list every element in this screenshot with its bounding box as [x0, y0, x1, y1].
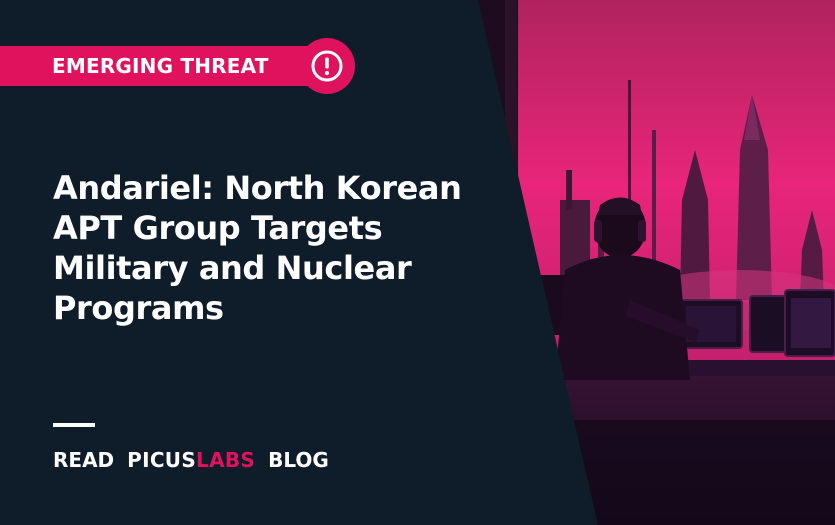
cta-blog: BLOG	[268, 447, 329, 472]
exclamation-circle-icon	[311, 50, 343, 82]
divider-rule	[53, 423, 95, 427]
title-line: APT Group Targets	[53, 209, 383, 247]
title-line: Military and Nuclear	[53, 249, 412, 287]
emerging-threat-tag: EMERGING THREAT	[0, 38, 355, 94]
brand-primary: PICUS	[127, 448, 197, 473]
cta-read: READ	[53, 447, 115, 472]
blog-banner: EMERGING THREAT Andariel: North Korean A…	[0, 0, 835, 525]
picus-labs-logo: PICUSLABS	[127, 444, 255, 476]
title-line: Programs	[53, 289, 224, 327]
article-title[interactable]: Andariel: North Korean APT Group Targets…	[53, 168, 493, 328]
title-line: Andariel: North Korean	[53, 169, 462, 207]
read-blog-link[interactable]: READ PICUSLABS BLOG	[53, 443, 329, 473]
tag-label: EMERGING THREAT	[52, 54, 269, 78]
brand-accent: LABS	[196, 448, 256, 473]
tag-icon-badge	[299, 38, 355, 94]
